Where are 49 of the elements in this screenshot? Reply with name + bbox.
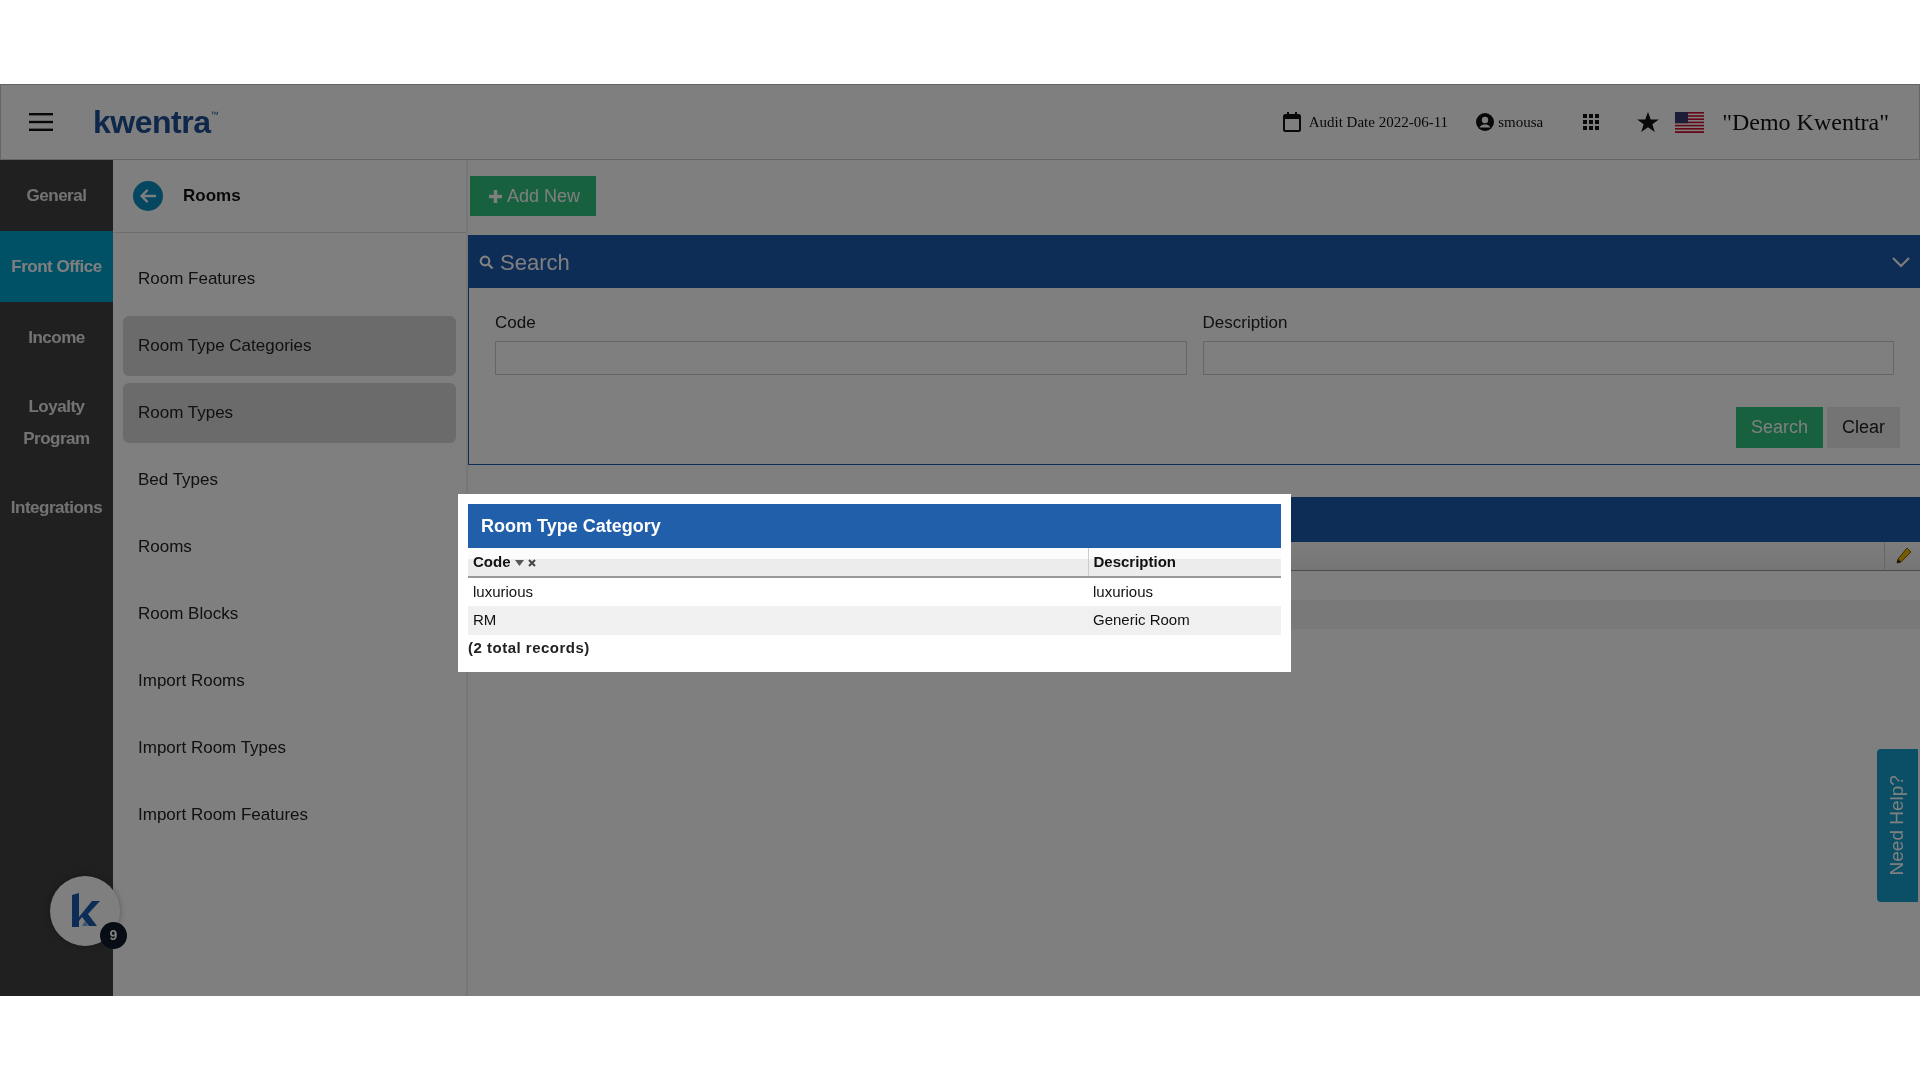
nav-rail-item[interactable]: Integrations	[0, 472, 113, 543]
submenu-item[interactable]: Room Blocks	[123, 584, 456, 644]
submenu-item[interactable]: Room Type Categories	[123, 316, 456, 376]
submenu-title: Rooms	[183, 185, 241, 208]
flag-icon[interactable]	[1675, 111, 1705, 133]
table-cell: luxurious	[1088, 577, 1281, 606]
column-header-cell[interactable]: Code	[468, 548, 1088, 577]
calendar-icon	[1282, 112, 1301, 132]
field-label: Code	[495, 312, 537, 334]
pencil-icon[interactable]	[1893, 546, 1912, 565]
submenu-item[interactable]: Room Features	[123, 249, 456, 309]
menu-icon[interactable]	[29, 113, 53, 131]
search-panel-header[interactable]: Search	[469, 236, 1920, 288]
audit-date: Audit Date 2022-06-11	[1308, 112, 1449, 132]
input-field[interactable]	[495, 340, 1187, 375]
plus-icon	[488, 188, 503, 204]
user-name[interactable]: smousa	[1498, 110, 1544, 134]
company-name[interactable]: "Demo Kwentra"	[1722, 104, 1889, 140]
submenu-item[interactable]: Import Rooms	[123, 651, 456, 711]
k-logo-icon	[69, 893, 101, 929]
field-label: Description	[1202, 312, 1289, 334]
submenu-item[interactable]: Rooms	[123, 517, 456, 577]
column-header-cell[interactable]: Description	[1088, 548, 1281, 577]
search-icon	[479, 254, 494, 270]
star-icon[interactable]	[1637, 111, 1660, 133]
submenu-item[interactable]: Import Room Types	[123, 718, 456, 778]
nav-rail-item[interactable]: General	[0, 160, 113, 231]
submenu-item[interactable]: Room Types	[123, 383, 456, 443]
sort-desc-icon[interactable]	[514, 559, 524, 566]
column-header-label: Description	[1093, 552, 1176, 570]
nav-rail-item[interactable]: Loyalty Program	[0, 373, 113, 472]
column-header-label: Code	[473, 552, 511, 570]
nav-rail-item[interactable]: Income	[0, 302, 113, 373]
clear-sort-icon[interactable]	[527, 558, 536, 567]
table-cell: RM	[468, 606, 1088, 635]
nav-rail-item[interactable]: Front Office	[0, 231, 113, 302]
table-cell: Generic Room	[1088, 606, 1281, 635]
logo[interactable]: kwentra$^{™}$	[93, 98, 218, 146]
chevron-down-icon[interactable]	[1892, 256, 1910, 268]
clear-button[interactable]: Clear	[1827, 406, 1900, 448]
apps-grid-icon[interactable]	[1583, 114, 1600, 130]
dialog-title: Room Type Category	[481, 514, 661, 538]
need-help-tab[interactable]: Need Help?	[1877, 749, 1918, 902]
table-cell: luxurious	[468, 577, 1088, 606]
submenu-item[interactable]: Bed Types	[123, 450, 456, 510]
search-title: Search	[500, 248, 570, 277]
input-field[interactable]	[1202, 340, 1894, 375]
record-count: (2 total records)	[468, 638, 591, 658]
submenu-item[interactable]: Import Room Features	[123, 785, 456, 845]
